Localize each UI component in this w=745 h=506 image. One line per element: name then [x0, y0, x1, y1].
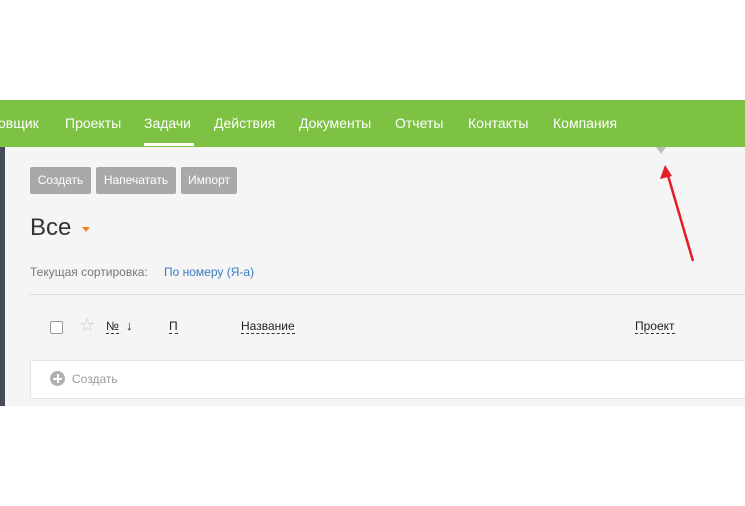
filter-title[interactable]: Все — [30, 214, 71, 242]
print-button[interactable]: Напечатать — [96, 167, 176, 194]
sort-value-link[interactable]: По номеру (Я-а) — [164, 265, 254, 279]
caret-marker-icon — [656, 147, 666, 154]
nav-item-planner[interactable]: овщик — [0, 115, 39, 131]
create-button[interactable]: Создать — [30, 167, 91, 194]
main-content: Создать Напечатать Импорт Все Текущая со… — [0, 147, 745, 406]
nav-item-projects[interactable]: Проекты — [65, 115, 121, 131]
create-task-row[interactable]: Создать — [30, 360, 745, 399]
filter-dropdown-caret-icon[interactable] — [82, 227, 90, 232]
active-tab-indicator — [144, 143, 194, 146]
column-header-name[interactable]: Название — [241, 319, 295, 334]
nav-item-documents[interactable]: Документы — [299, 115, 371, 131]
plus-circle-icon[interactable] — [50, 371, 65, 386]
column-header-project[interactable]: Проект — [635, 319, 675, 334]
nav-item-contacts[interactable]: Контакты — [468, 115, 528, 131]
red-annotation-arrow-icon — [660, 165, 695, 262]
nav-item-reports[interactable]: Отчеты — [395, 115, 443, 131]
top-navigation: овщик Проекты Задачи Действия Документы … — [0, 100, 745, 147]
import-button[interactable]: Импорт — [181, 167, 237, 194]
column-header-number[interactable]: № — [106, 319, 119, 334]
sort-label: Текущая сортировка: — [30, 265, 148, 279]
sidebar-edge — [0, 147, 5, 406]
star-icon[interactable]: ☆ — [79, 315, 95, 336]
sort-direction-icon: ↓ — [126, 318, 133, 333]
nav-item-actions[interactable]: Действия — [214, 115, 275, 131]
nav-item-tasks[interactable]: Задачи — [144, 115, 191, 131]
divider — [30, 294, 745, 295]
select-all-checkbox[interactable] — [50, 321, 63, 334]
nav-item-company[interactable]: Компания — [553, 115, 617, 131]
create-task-label[interactable]: Создать — [72, 372, 118, 386]
column-header-priority[interactable]: П — [169, 319, 178, 334]
